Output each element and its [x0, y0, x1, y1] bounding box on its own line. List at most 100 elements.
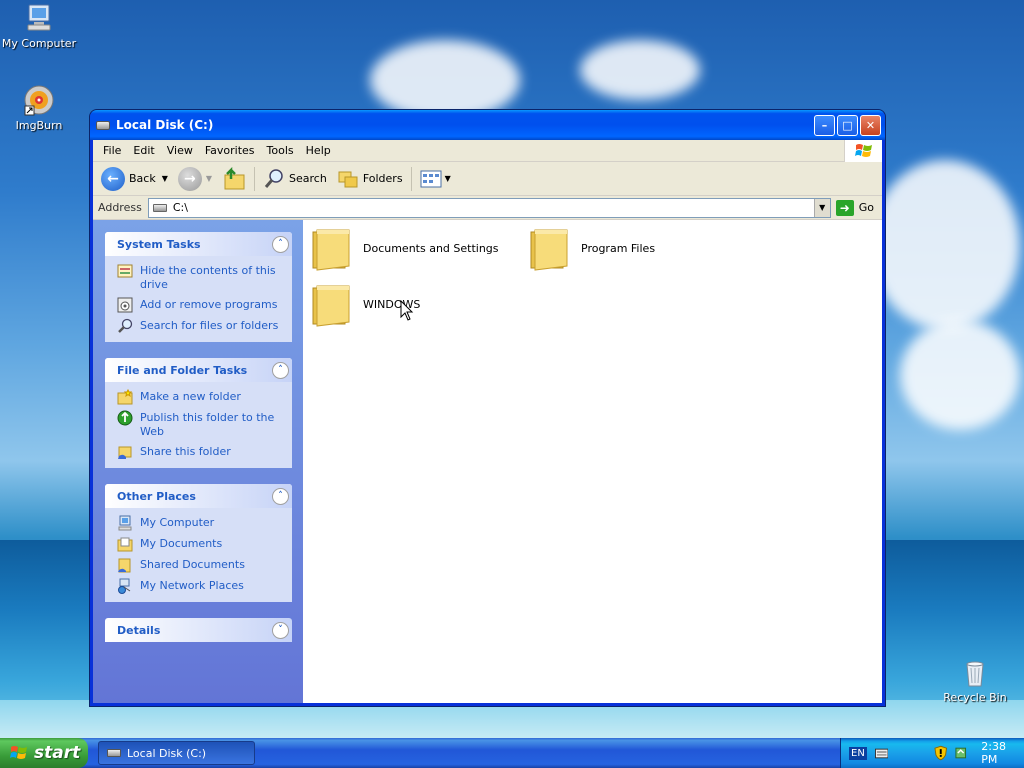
go-arrow-icon: ➜ — [835, 199, 854, 216]
up-folder-button[interactable] — [217, 164, 251, 194]
task-pane: System Tasks ˄ Hide the contents of this… — [93, 220, 303, 703]
collapse-chevron-icon[interactable]: ˄ — [272, 235, 289, 253]
drive-icon — [152, 203, 167, 212]
publish-web-icon — [117, 410, 133, 426]
system-tasks-header[interactable]: System Tasks ˄ — [105, 232, 292, 256]
views-icon — [420, 170, 442, 187]
minimize-button[interactable]: – — [814, 114, 835, 136]
address-input[interactable]: C:\ ▼ — [147, 197, 831, 218]
language-indicator[interactable]: EN — [849, 746, 867, 760]
place-my-documents[interactable]: My Documents — [117, 537, 284, 552]
drive-icon — [107, 749, 121, 757]
drive-icon — [96, 120, 110, 130]
menu-help[interactable]: Help — [300, 144, 337, 157]
details-header[interactable]: Details ˅ — [105, 618, 292, 642]
hide-contents-icon — [117, 263, 133, 279]
folder-icon — [312, 285, 350, 327]
window-title: Local Disk (C:) — [116, 118, 214, 132]
folder-icon — [312, 229, 350, 271]
task-publish-web[interactable]: Publish this folder to the Web — [117, 410, 284, 439]
collapse-chevron-icon[interactable]: ˄ — [272, 487, 289, 505]
my-computer-icon — [117, 515, 133, 531]
views-button[interactable]: ▼ — [415, 164, 456, 194]
forward-arrow-icon: → — [177, 166, 202, 191]
desktop-icon-imgburn[interactable]: ImgBurn — [0, 84, 79, 132]
other-places-header[interactable]: Other Places ˄ — [105, 484, 292, 508]
window-body: File Edit View Favorites Tools Help ← Ba… — [93, 140, 882, 703]
my-computer-icon — [23, 2, 55, 34]
mouse-cursor-icon — [400, 300, 414, 321]
back-arrow-icon: ← — [101, 166, 125, 191]
go-label: Go — [858, 201, 874, 214]
desktop-icon-label: Recycle Bin — [943, 691, 1007, 704]
safely-remove-hardware-icon[interactable] — [954, 745, 967, 761]
chevron-down-icon: ▼ — [161, 174, 168, 183]
windows-logo-icon — [10, 746, 27, 759]
file-list[interactable]: Documents and Settings Program Files WIN… — [303, 220, 882, 703]
file-folder-tasks-header[interactable]: File and Folder Tasks ˄ — [105, 358, 292, 382]
go-button[interactable]: ➜ Go — [831, 199, 882, 216]
address-bar: Address C:\ ▼ ➜ Go — [93, 196, 882, 220]
keyboard-icon[interactable] — [874, 747, 889, 759]
task-share-folder[interactable]: Share this folder — [117, 445, 284, 460]
taskbar-item-local-disk[interactable]: Local Disk (C:) — [98, 741, 255, 765]
system-tray: EN 2:38 PM — [840, 738, 1024, 768]
task-add-remove-programs[interactable]: Add or remove programs — [117, 297, 284, 313]
place-shared-documents[interactable]: Shared Documents — [117, 558, 284, 573]
search-button[interactable]: Search — [258, 164, 332, 194]
up-folder-icon — [224, 166, 245, 189]
menu-view[interactable]: View — [161, 144, 199, 157]
folder-label: Documents and Settings — [363, 241, 499, 255]
new-folder-icon — [117, 389, 133, 405]
file-folder-tasks-panel: File and Folder Tasks ˄ Make a new folde… — [105, 358, 292, 468]
menu-favorites[interactable]: Favorites — [199, 144, 261, 157]
desktop-icon-label: ImgBurn — [15, 119, 63, 132]
close-button[interactable]: ✕ — [860, 114, 881, 136]
place-label: Shared Documents — [140, 558, 245, 571]
security-shield-icon[interactable] — [934, 745, 948, 761]
desktop-icon-recycle-bin[interactable]: Recycle Bin — [935, 656, 1015, 704]
address-dropdown-button[interactable]: ▼ — [813, 198, 830, 217]
place-my-computer[interactable]: My Computer — [117, 515, 284, 531]
start-button[interactable]: start — [0, 738, 88, 768]
task-search-files[interactable]: Search for files or folders — [117, 318, 284, 334]
folder-label: Program Files — [581, 241, 656, 255]
place-label: My Network Places — [140, 579, 244, 592]
network-places-icon — [117, 578, 133, 594]
search-icon — [264, 168, 283, 188]
menu-edit[interactable]: Edit — [127, 144, 160, 157]
collapse-chevron-icon[interactable]: ˄ — [272, 361, 289, 379]
task-hide-contents[interactable]: Hide the contents of this drive — [117, 264, 284, 292]
shared-documents-icon — [117, 557, 133, 573]
menu-file[interactable]: File — [97, 144, 127, 157]
title-bar[interactable]: Local Disk (C:) – □ ✕ — [90, 110, 885, 140]
chevron-down-icon: ▼ — [819, 203, 826, 212]
search-icon — [117, 318, 133, 334]
explorer-window[interactable]: Local Disk (C:) – □ ✕ File Edit View Fav… — [89, 109, 886, 707]
task-new-folder[interactable]: Make a new folder — [117, 389, 284, 405]
task-label: Publish this folder to the Web — [140, 411, 275, 438]
address-label: Address — [98, 201, 142, 214]
place-my-network-places[interactable]: My Network Places — [117, 578, 284, 594]
task-label: Search for files or folders — [140, 319, 279, 332]
folders-icon — [338, 171, 358, 187]
minimize-icon: – — [821, 118, 828, 132]
recycle-bin-icon — [959, 656, 991, 688]
other-places-panel: Other Places ˄ My Computer My Documents — [105, 484, 292, 602]
place-label: My Documents — [140, 537, 223, 550]
expand-chevron-icon[interactable]: ˅ — [272, 621, 289, 639]
task-label: Add or remove programs — [140, 298, 278, 311]
folders-button[interactable]: Folders — [332, 164, 408, 194]
desktop-icon-my-computer[interactable]: My Computer — [0, 2, 79, 50]
chevron-down-icon: ▼ — [205, 174, 213, 183]
chevron-down-icon: ▼ — [444, 174, 451, 183]
folder-item-documents-and-settings[interactable]: Documents and Settings — [309, 224, 499, 272]
desktop-icon-label: My Computer — [1, 37, 77, 50]
clock: 2:38 PM — [981, 740, 1006, 766]
folder-item-program-files[interactable]: Program Files — [527, 224, 655, 272]
forward-button[interactable]: → ▼ — [173, 164, 217, 194]
maximize-button[interactable]: □ — [837, 114, 858, 136]
panel-title: Other Places — [117, 489, 196, 503]
back-button[interactable]: ← Back ▼ — [96, 164, 173, 194]
menu-tools[interactable]: Tools — [261, 144, 300, 157]
